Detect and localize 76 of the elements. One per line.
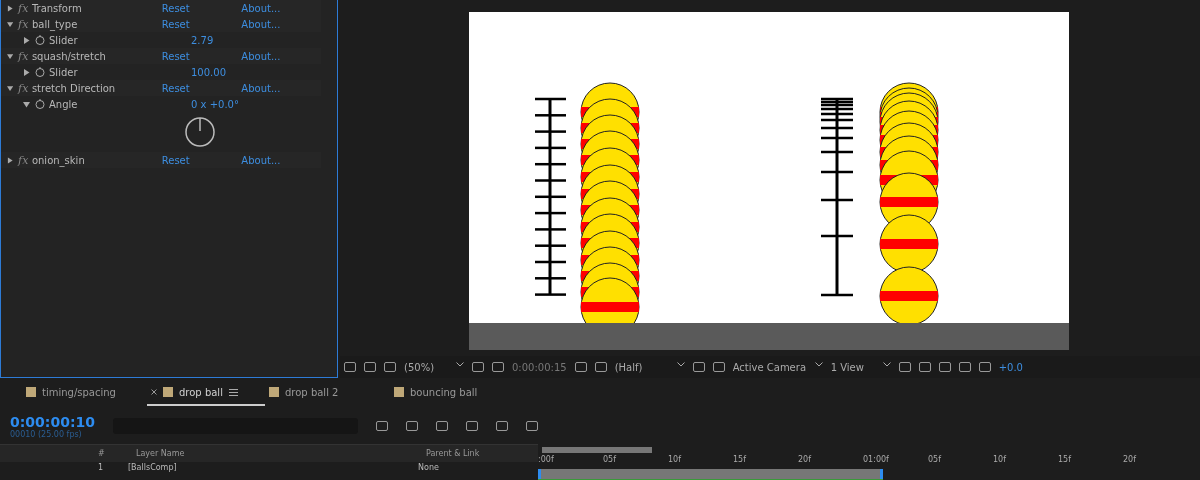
about-link[interactable]: About... (241, 50, 321, 62)
ruler-label: :00f (538, 455, 555, 466)
effect-name: squash/stretch (31, 50, 107, 62)
composition-tab[interactable]: drop ball 2 (265, 380, 390, 406)
expanded-triangle-icon[interactable] (7, 20, 14, 28)
composition-swatch-icon (163, 387, 173, 397)
fx-label[interactable]: fx (18, 1, 32, 15)
caret-icon[interactable] (456, 361, 464, 367)
layer-name[interactable]: [BallsComp] (128, 462, 418, 472)
reset-link[interactable]: Reset (161, 50, 242, 62)
ruler-label: 20f (1123, 455, 1138, 466)
reset-link[interactable]: Reset (161, 2, 242, 14)
resolution-dropdown[interactable]: (Half) (614, 361, 685, 373)
collapsed-triangle-icon[interactable] (7, 156, 14, 164)
ruler-label: 20f (798, 455, 813, 466)
stopwatch-icon[interactable] (35, 35, 45, 45)
exposure-value[interactable]: +0.0 (998, 361, 1023, 373)
collapsed-triangle-icon[interactable] (23, 68, 30, 76)
expanded-triangle-icon[interactable] (7, 84, 14, 92)
property-name: Slider (49, 66, 79, 78)
caret-icon[interactable] (814, 361, 823, 367)
about-link[interactable]: About... (241, 82, 321, 94)
ruler-label: 05f (928, 455, 943, 466)
collapsed-triangle-icon[interactable] (23, 36, 30, 44)
composition-tab[interactable]: timing/spacing (22, 380, 147, 406)
ruler-label: 15f (1058, 455, 1073, 466)
fx-label[interactable]: fx (18, 81, 32, 95)
menu-icon[interactable] (228, 388, 238, 396)
layer-number: 1 (98, 462, 105, 472)
angle-dial-icon[interactable] (184, 116, 216, 148)
expanded-triangle-icon[interactable] (23, 100, 30, 108)
ruler-label: 10f (668, 455, 683, 466)
about-link[interactable]: About... (241, 154, 321, 166)
about-link[interactable]: About... (241, 2, 321, 14)
zoom-dropdown[interactable]: (50%) (404, 361, 464, 373)
effect-name: ball_type (31, 18, 79, 30)
ruler-label: 10f (993, 455, 1008, 466)
effect-name: stretch Direction (31, 82, 117, 94)
effect-name: onion_skin (31, 154, 86, 166)
parent-dropdown[interactable]: None (418, 462, 498, 472)
current-timecode[interactable]: 0:00:00:10 (10, 413, 95, 430)
fx-label[interactable]: fx (18, 49, 32, 63)
caret-icon[interactable] (882, 361, 891, 367)
effect-name: Transform (31, 2, 83, 14)
column-header: Parent & Link (426, 449, 481, 458)
reset-link[interactable]: Reset (161, 18, 242, 30)
stopwatch-icon[interactable] (35, 99, 45, 109)
ruler-label: 01:00f (863, 455, 890, 466)
reset-link[interactable]: Reset (161, 82, 242, 94)
property-value[interactable]: 100.00 (191, 66, 283, 78)
property-name: Slider (49, 34, 79, 46)
property-value[interactable]: 2.79 (191, 34, 283, 46)
property-value[interactable]: 0 x +0.0° (191, 98, 283, 110)
current-time[interactable]: 0:00:00:15 (512, 361, 567, 373)
column-header: # (98, 449, 106, 458)
reset-link[interactable]: Reset (161, 154, 242, 166)
about-link[interactable]: About... (241, 18, 321, 30)
ruler-label: 05f (603, 455, 618, 466)
composition-swatch-icon (26, 387, 36, 397)
caret-icon[interactable] (676, 361, 685, 367)
stopwatch-icon[interactable] (35, 67, 45, 77)
collapsed-triangle-icon[interactable] (7, 4, 14, 12)
composition-tab[interactable]: bouncing ball (390, 380, 515, 406)
ruler-label: 15f (733, 455, 748, 466)
view-layout-dropdown[interactable]: 1 View (830, 361, 891, 373)
expanded-triangle-icon[interactable] (7, 52, 14, 60)
fx-label[interactable]: fx (18, 153, 32, 167)
composition-swatch-icon (269, 387, 279, 397)
camera-dropdown[interactable]: Active Camera (732, 361, 823, 373)
property-name: Angle (49, 98, 79, 110)
frame-rate-text: 00010 (25.00 fps) (10, 429, 83, 439)
fx-label[interactable]: fx (18, 17, 32, 31)
composition-tab[interactable]: drop ball (147, 380, 265, 406)
close-icon[interactable] (151, 389, 157, 395)
composition-swatch-icon (394, 387, 404, 397)
column-header: Layer Name (136, 449, 186, 458)
